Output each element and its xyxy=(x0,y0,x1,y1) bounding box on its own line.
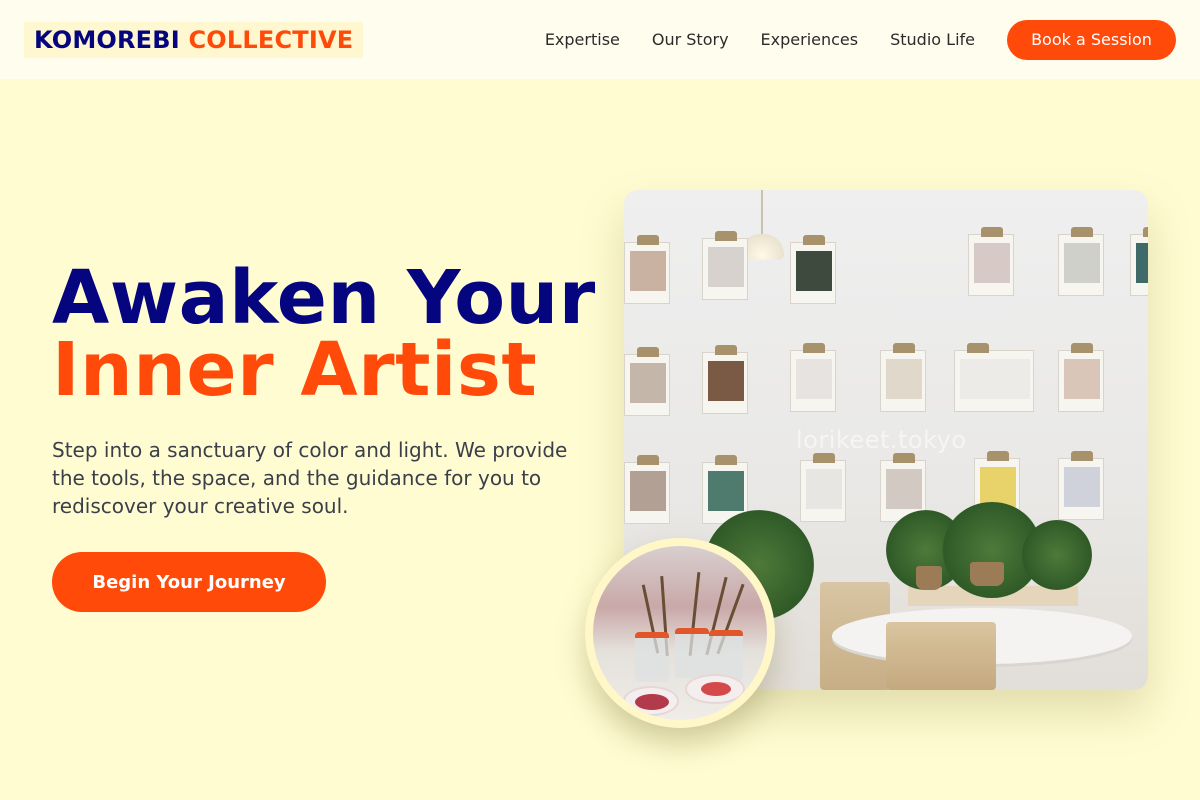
wall-clipboard xyxy=(790,343,836,412)
wall-clipboard xyxy=(624,235,670,304)
wall-clipboard xyxy=(880,343,926,412)
paint-dish xyxy=(623,686,679,716)
site-header: KOMOREBI COLLECTIVE Expertise Our Story … xyxy=(0,0,1200,79)
wall-clipboard xyxy=(624,347,670,416)
wall-clipboard xyxy=(1130,227,1148,296)
paint-dish xyxy=(685,674,745,704)
nav-link-experiences[interactable]: Experiences xyxy=(761,30,859,49)
potted-plant xyxy=(1022,520,1092,590)
nav-link-expertise[interactable]: Expertise xyxy=(545,30,620,49)
brush-jar xyxy=(675,628,709,678)
wall-clipboard xyxy=(1058,451,1104,520)
hero-subtext: Step into a sanctuary of color and light… xyxy=(52,438,568,518)
pendant-lamp-cord xyxy=(761,190,763,235)
wall-clipboard xyxy=(968,227,1014,296)
logo[interactable]: KOMOREBI COLLECTIVE xyxy=(24,21,364,58)
wall-clipboard xyxy=(624,455,670,524)
wall-clipboard xyxy=(1058,227,1104,296)
logo-text-accent: COLLECTIVE xyxy=(188,25,354,54)
wall-clipboard xyxy=(800,453,846,522)
brush-jar xyxy=(635,632,669,682)
brushes-photo-circle xyxy=(585,538,775,728)
hero-headline: Awaken Your Inner Artist xyxy=(52,255,596,413)
plant-pot xyxy=(970,562,1004,586)
brush-jar xyxy=(709,630,743,680)
nav-link-studio-life[interactable]: Studio Life xyxy=(890,30,975,49)
photo-watermark: lorikeet.tokyo xyxy=(796,426,967,454)
wall-magazine xyxy=(954,343,1034,412)
main-nav: Expertise Our Story Experiences Studio L… xyxy=(545,19,1176,60)
wall-clipboard xyxy=(702,345,748,414)
wall-clipboard xyxy=(1058,343,1104,412)
headline-line-2: Inner Artist xyxy=(52,327,538,413)
begin-journey-button[interactable]: Begin Your Journey xyxy=(52,552,326,612)
book-session-button[interactable]: Book a Session xyxy=(1007,19,1176,60)
wall-clipboard xyxy=(702,231,748,300)
headline-line-1: Awaken Your xyxy=(52,255,596,341)
plant-pot xyxy=(916,566,942,590)
wall-clipboard xyxy=(790,235,836,304)
brushes-photo xyxy=(593,546,767,720)
logo-text-primary: KOMOREBI xyxy=(34,25,180,54)
nav-link-our-story[interactable]: Our Story xyxy=(652,30,729,49)
wooden-chair xyxy=(886,622,996,690)
